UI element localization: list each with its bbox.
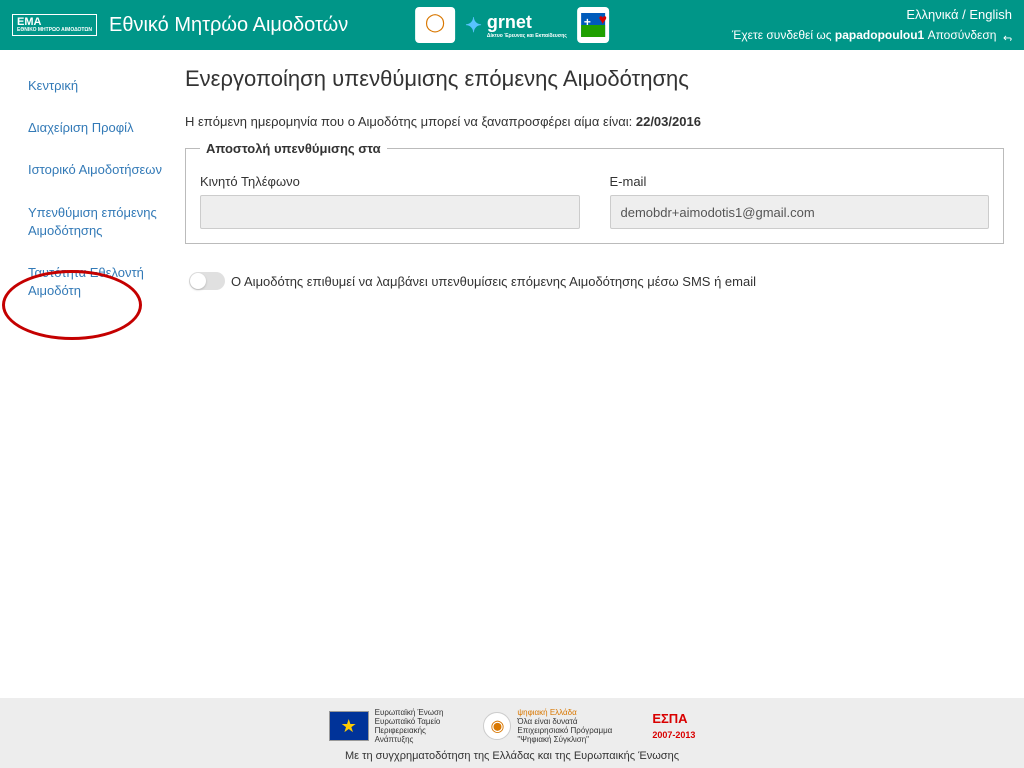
partner-grnet-label: grnet xyxy=(487,12,532,32)
sidebar-item-identity[interactable]: Ταυτότητα Εθελοντή Αιμοδότη xyxy=(8,252,175,312)
email-label: E-mail xyxy=(610,174,990,189)
health-icon: ♥ xyxy=(581,13,605,37)
username: papadopoulou1 xyxy=(835,28,924,42)
espa-text: ΕΣΠΑ xyxy=(652,711,687,726)
dg-line1: ψηφιακή Ελλάδα xyxy=(517,708,612,717)
partner-ekea-label: ε.κε.α. xyxy=(427,33,444,39)
phone-input[interactable] xyxy=(200,195,580,229)
footer-digital-greece: ◉ ψηφιακή Ελλάδα Όλα είναι δυνατά Επιχει… xyxy=(483,708,612,744)
fields-row: Κινητό Τηλέφωνο E-mail xyxy=(200,174,989,229)
sidebar: Κεντρική Διαχείριση Προφίλ Ιστορικό Αιμο… xyxy=(0,50,175,312)
page-title: Ενεργοποίηση υπενθύμισης επόμενης Αιμοδό… xyxy=(185,66,1004,92)
eu-flag-icon: ★ xyxy=(329,711,369,741)
next-donation-info: Η επόμενη ημερομηνία που ο Αιμοδότης μπο… xyxy=(185,114,1004,129)
email-input[interactable] xyxy=(610,195,990,229)
logout-icon xyxy=(1000,28,1012,42)
phone-label: Κινητό Τηλέφωνο xyxy=(200,174,580,189)
fieldset-legend: Αποστολή υπενθύμισης στα xyxy=(200,141,387,156)
partner-logos: ◯ ε.κε.α. ✦ grnet Δίκτυο Έρευνας και Εκπ… xyxy=(415,7,609,43)
next-date: 22/03/2016 xyxy=(636,114,701,129)
partner-logo-health: ♥ xyxy=(577,7,609,43)
footer: ★ Ευρωπαϊκή Ένωση Ευρωπαϊκό Ταμείο Περιφ… xyxy=(0,698,1024,768)
espa-label: ΕΣΠΑ 2007-2013 xyxy=(652,711,695,741)
sidebar-item-history[interactable]: Ιστορικό Αιμοδοτήσεων xyxy=(8,149,175,191)
lang-english[interactable]: English xyxy=(969,7,1012,22)
reminder-fieldset: Αποστολή υπενθύμισης στα Κινητό Τηλέφωνο… xyxy=(185,141,1004,244)
eu-line2: Ευρωπαϊκό Ταμείο xyxy=(375,717,444,726)
footer-espa: ΕΣΠΑ 2007-2013 xyxy=(652,711,695,741)
info-prefix: Η επόμενη ημερομηνία που ο Αιμοδότης μπο… xyxy=(185,114,636,129)
footer-logos: ★ Ευρωπαϊκή Ένωση Ευρωπαϊκό Ταμείο Περιφ… xyxy=(0,708,1024,744)
sidebar-item-profile[interactable]: Διαχείριση Προφίλ xyxy=(8,107,175,149)
reminder-toggle[interactable] xyxy=(189,272,225,290)
email-field-wrap: E-mail xyxy=(610,174,990,229)
phone-field-wrap: Κινητό Τηλέφωνο xyxy=(200,174,580,229)
eu-line1: Ευρωπαϊκή Ένωση xyxy=(375,708,444,717)
toggle-knob xyxy=(190,273,206,289)
partner-logo-grnet: ✦ grnet Δίκτυο Έρευνας και Εκπαίδευσης xyxy=(465,12,567,39)
espa-years: 2007-2013 xyxy=(652,730,695,740)
toggle-row: Ο Αιμοδότης επιθυμεί να λαμβάνει υπενθυμ… xyxy=(185,272,1004,290)
lang-separator: / xyxy=(959,7,970,22)
header-bar: EMA ΕΘΝΙΚΟ ΜΗΤΡΩΟ ΑΙΜΟΔΟΤΩΝ Εθνικό Μητρώ… xyxy=(0,0,1024,50)
logout-label: Αποσύνδεση xyxy=(924,28,1000,42)
main-content: Ενεργοποίηση υπενθύμισης επόμενης Αιμοδό… xyxy=(175,50,1024,312)
logged-in-prefix: Έχετε συνδεθεί ως xyxy=(732,28,835,42)
app-title: Εθνικό Μητρώο Αιμοδοτών xyxy=(109,14,348,37)
dg-icon: ◉ xyxy=(483,712,511,740)
footer-cofin-text: Με τη συγχρηματοδότηση της Ελλάδας και τ… xyxy=(0,750,1024,762)
partner-grnet-sub: Δίκτυο Έρευνας και Εκπαίδευσης xyxy=(487,33,567,39)
eu-line3: Περιφερειακής xyxy=(375,726,444,735)
donor-icon: ◯ xyxy=(425,12,445,33)
logout-link[interactable]: Αποσύνδεση xyxy=(924,28,1012,42)
header-right: Ελληνικά / English Έχετε συνδεθεί ως pap… xyxy=(732,5,1012,45)
sidebar-item-home[interactable]: Κεντρική xyxy=(8,65,175,107)
lang-greek[interactable]: Ελληνικά xyxy=(906,7,958,22)
app-logo: EMA ΕΘΝΙΚΟ ΜΗΤΡΩΟ ΑΙΜΟΔΟΤΩΝ xyxy=(12,14,97,36)
logo-subtext: ΕΘΝΙΚΟ ΜΗΤΡΩΟ ΑΙΜΟΔΟΤΩΝ xyxy=(17,28,92,33)
toggle-label: Ο Αιμοδότης επιθυμεί να λαμβάνει υπενθυμ… xyxy=(231,274,756,289)
partner-logo-ekea: ◯ ε.κε.α. xyxy=(415,7,455,43)
dg-line3: Επιχειρησιακό Πρόγραμμα xyxy=(517,726,612,735)
swoosh-icon: ✦ xyxy=(465,13,482,38)
dg-line4: "Ψηφιακή Σύγκλιση" xyxy=(517,735,612,744)
dg-line2: Όλα είναι δυνατά xyxy=(517,717,612,726)
eu-line4: Ανάπτυξης xyxy=(375,735,444,744)
heart-icon: ♥ xyxy=(599,11,607,27)
sidebar-item-reminder[interactable]: Υπενθύμιση επόμενης Αιμοδότησης xyxy=(8,192,175,252)
footer-eu: ★ Ευρωπαϊκή Ένωση Ευρωπαϊκό Ταμείο Περιφ… xyxy=(329,708,444,744)
